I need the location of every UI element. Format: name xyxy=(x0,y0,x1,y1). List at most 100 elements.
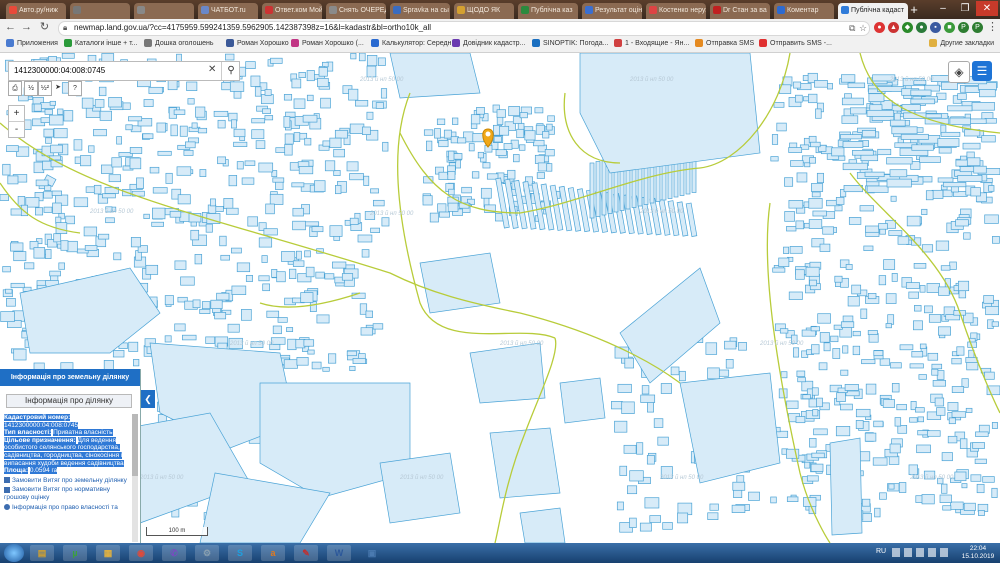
land-parcel[interactable] xyxy=(18,94,29,102)
land-parcel[interactable] xyxy=(236,161,244,170)
land-parcel[interactable] xyxy=(281,251,296,262)
land-parcel[interactable] xyxy=(304,250,311,258)
network-icon[interactable] xyxy=(916,548,924,557)
land-parcel[interactable] xyxy=(227,323,240,333)
land-parcel[interactable] xyxy=(182,334,197,341)
land-parcel[interactable] xyxy=(771,134,779,145)
land-parcel[interactable] xyxy=(311,361,322,370)
print-tool-icon[interactable]: ⎙ xyxy=(8,81,22,96)
land-parcel[interactable] xyxy=(815,108,822,119)
land-parcel[interactable] xyxy=(861,130,876,138)
land-parcel[interactable] xyxy=(842,345,849,354)
layers-button[interactable]: ◈ xyxy=(948,61,970,83)
land-parcel[interactable] xyxy=(919,343,927,349)
land-parcel[interactable] xyxy=(942,182,967,188)
land-parcel[interactable] xyxy=(108,174,121,183)
land-parcel[interactable] xyxy=(941,452,953,462)
land-parcel[interactable] xyxy=(991,422,998,429)
land-parcel[interactable] xyxy=(231,119,237,129)
extension-icon[interactable]: ● xyxy=(874,22,885,33)
land-parcel[interactable] xyxy=(822,226,834,235)
land-parcel[interactable] xyxy=(247,216,258,227)
browser-tab[interactable]: Результат оцін xyxy=(582,3,642,19)
land-parcel[interactable] xyxy=(931,363,943,370)
land-parcel[interactable] xyxy=(293,132,301,142)
land-parcel[interactable] xyxy=(519,507,566,543)
land-parcel[interactable] xyxy=(217,119,226,129)
land-parcel[interactable] xyxy=(128,341,139,352)
land-parcel[interactable] xyxy=(724,340,737,350)
land-parcel[interactable] xyxy=(913,263,927,269)
land-parcel[interactable] xyxy=(373,199,385,207)
land-parcel[interactable] xyxy=(43,191,53,199)
land-parcel[interactable] xyxy=(2,163,11,176)
land-parcel[interactable] xyxy=(149,166,160,174)
land-parcel[interactable] xyxy=(547,115,555,122)
land-parcel[interactable] xyxy=(233,141,248,147)
taskbar-explorer-icon[interactable]: ▤ xyxy=(30,545,54,561)
land-parcel[interactable] xyxy=(287,338,297,351)
land-parcel[interactable] xyxy=(913,320,923,331)
land-parcel[interactable] xyxy=(205,336,216,344)
land-parcel[interactable] xyxy=(389,53,481,99)
land-parcel[interactable] xyxy=(422,195,433,206)
land-parcel[interactable] xyxy=(770,496,777,504)
land-parcel[interactable] xyxy=(352,358,366,364)
land-parcel[interactable] xyxy=(130,237,141,248)
land-parcel[interactable] xyxy=(982,476,995,483)
tray-icon[interactable] xyxy=(904,548,912,557)
land-parcel[interactable] xyxy=(863,245,874,251)
land-parcel[interactable] xyxy=(469,342,546,404)
land-parcel[interactable] xyxy=(176,166,192,176)
back-button[interactable]: ← xyxy=(4,21,17,34)
land-parcel[interactable] xyxy=(963,502,976,511)
land-parcel[interactable] xyxy=(438,140,449,148)
land-parcel[interactable] xyxy=(164,335,172,343)
land-parcel[interactable] xyxy=(472,133,485,143)
land-parcel[interactable] xyxy=(978,510,985,516)
extension-icon[interactable]: ▪ xyxy=(930,22,941,33)
land-parcel[interactable] xyxy=(190,229,200,241)
land-parcel[interactable] xyxy=(866,109,895,117)
land-parcel[interactable] xyxy=(707,512,719,520)
land-parcel[interactable] xyxy=(889,119,906,127)
land-parcel[interactable] xyxy=(60,240,69,251)
bookmark-item[interactable]: Калькулятор: Середн... xyxy=(371,39,457,47)
land-parcel[interactable] xyxy=(210,299,223,309)
land-parcel[interactable] xyxy=(908,464,918,475)
land-parcel[interactable] xyxy=(216,292,230,301)
land-parcel[interactable] xyxy=(928,314,942,323)
reload-button[interactable]: ↻ xyxy=(38,21,51,34)
land-parcel[interactable] xyxy=(795,94,803,103)
bookmark-item[interactable]: Отправка SMS xyxy=(695,39,754,47)
land-parcel[interactable] xyxy=(52,202,62,214)
land-parcel[interactable] xyxy=(429,212,439,223)
land-parcel[interactable] xyxy=(536,172,545,179)
land-parcel[interactable] xyxy=(33,247,46,259)
land-parcel[interactable] xyxy=(835,197,845,205)
land-parcel[interactable] xyxy=(6,145,19,152)
land-parcel[interactable] xyxy=(448,150,455,161)
land-parcel[interactable] xyxy=(53,128,68,139)
land-parcel[interactable] xyxy=(291,182,305,188)
land-parcel[interactable] xyxy=(167,79,178,91)
land-parcel[interactable] xyxy=(818,362,828,371)
cadastral-map[interactable]: 2013 й нп 50 00 2013 й нп 50 00 2013 й нп … xyxy=(0,53,1000,543)
land-parcel[interactable] xyxy=(17,196,26,207)
land-parcel[interactable] xyxy=(938,286,950,296)
land-parcel[interactable] xyxy=(73,197,89,208)
land-parcel[interactable] xyxy=(470,114,481,125)
land-parcel[interactable] xyxy=(508,106,520,117)
land-parcel[interactable] xyxy=(805,266,820,277)
land-parcel[interactable] xyxy=(949,261,957,270)
land-parcel[interactable] xyxy=(811,452,825,459)
land-parcel[interactable] xyxy=(855,408,871,418)
land-parcel[interactable] xyxy=(705,342,718,355)
taskbar-viber-icon[interactable]: ✆ xyxy=(162,545,186,561)
land-parcel[interactable] xyxy=(917,416,924,423)
land-parcel[interactable] xyxy=(812,210,827,217)
land-parcel[interactable] xyxy=(810,463,824,472)
land-parcel[interactable] xyxy=(927,430,941,437)
land-parcel[interactable] xyxy=(888,230,903,236)
land-parcel[interactable] xyxy=(965,407,973,413)
